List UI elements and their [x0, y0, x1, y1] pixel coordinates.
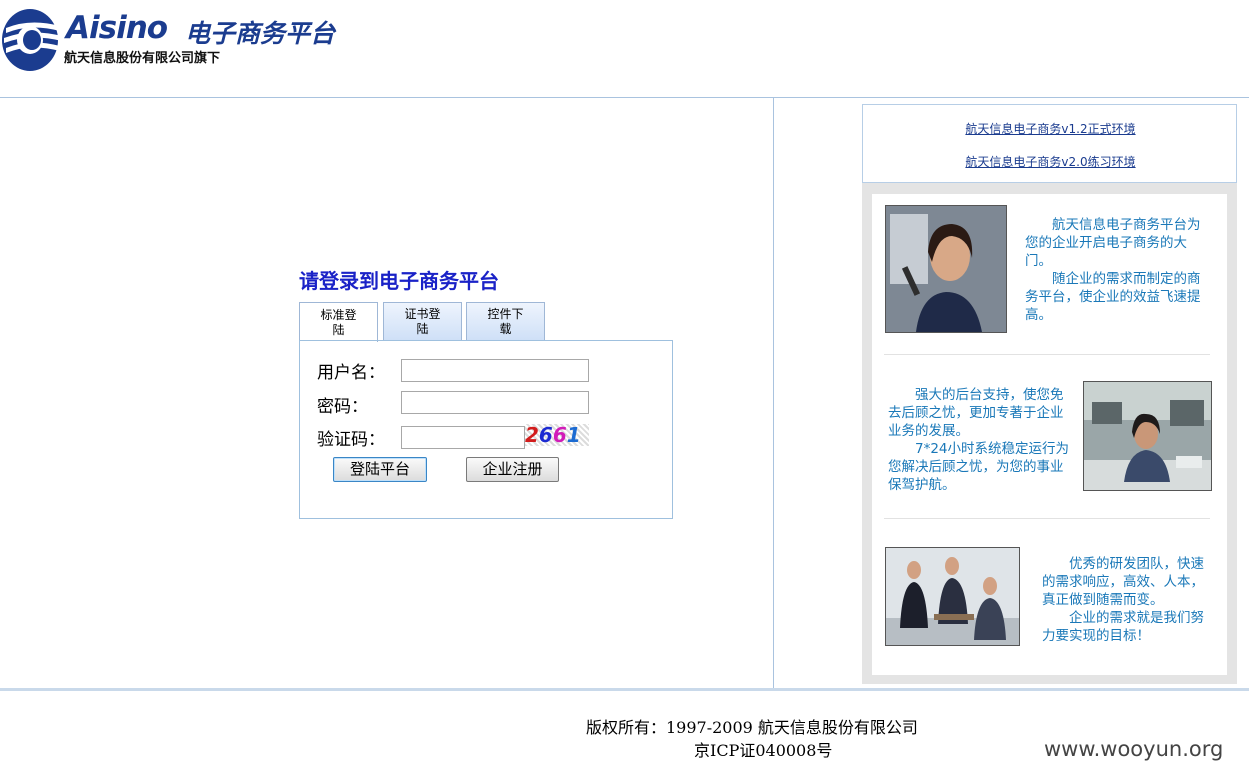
login-title: 请登录到电子商务平台 [299, 269, 499, 293]
link-production-env[interactable]: 航天信息电子商务v1.2正式环境 [863, 120, 1238, 137]
promo-paragraph: 随企业的需求而制定的商务平台，使企业的效益飞速提高。 [1025, 271, 1201, 323]
environment-links-box: 航天信息电子商务v1.2正式环境 航天信息电子商务v2.0练习环境 [862, 104, 1237, 183]
footer-divider [0, 688, 1249, 691]
captcha-digit: 6 [552, 423, 567, 447]
watermark: www.wooyun.org [1044, 737, 1224, 761]
business-meeting-photo [885, 547, 1020, 646]
link-practice-env[interactable]: 航天信息电子商务v2.0练习环境 [863, 153, 1238, 170]
tab-control-download[interactable]: 控件下载 [466, 302, 545, 340]
header-divider [0, 97, 1249, 98]
tab-label: 标准登陆 [320, 307, 357, 337]
captcha-label: 验证码： [317, 430, 385, 450]
captcha-digit: 2 [525, 423, 539, 447]
login-button[interactable]: 登陆平台 [333, 457, 427, 482]
captcha-digit: 1 [566, 423, 581, 447]
username-label: 用户名： [317, 363, 385, 383]
brand-subtitle: 航天信息股份有限公司旗下 [64, 51, 221, 66]
tab-standard-login[interactable]: 标准登陆 [299, 302, 378, 342]
aisino-swoosh-icon [2, 9, 62, 71]
promo-paragraph: 航天信息电子商务平台为您的企业开启电子商务的大门。 [1025, 217, 1201, 269]
promo-paragraph: 7*24小时系统稳定运行为您解决后顾之忧，为您的事业保驾护航。 [888, 441, 1070, 493]
password-input[interactable] [401, 391, 589, 414]
password-label: 密码： [317, 397, 368, 417]
brand-name-cn: 电子商务平台 [185, 19, 336, 48]
tab-label: 证书登陆 [404, 306, 441, 336]
call-center-operator-photo [1083, 381, 1212, 491]
page-header: Aisino 电子商务平台 航天信息股份有限公司旗下 [0, 0, 1249, 97]
username-input[interactable] [401, 359, 589, 382]
captcha-digit: 6 [538, 423, 553, 447]
copyright-text: 版权所有：1997-2009 航天信息股份有限公司 [586, 718, 918, 737]
register-button[interactable]: 企业注册 [466, 457, 559, 482]
promo-paragraph: 企业的需求就是我们努力要实现的目标！ [1042, 610, 1204, 644]
promo-text-3: 优秀的研发团队，快速的需求响应，高效、人本，真正做到随需而变。 企业的需求就是我… [1042, 555, 1212, 645]
tab-certificate-login[interactable]: 证书登陆 [383, 302, 462, 340]
businesswoman-phone-photo [885, 205, 1007, 333]
captcha-input[interactable] [401, 426, 525, 449]
promo-paragraph: 强大的后台支持，使您免去后顾之忧，更加专著于企业业务的发展。 [888, 387, 1064, 439]
icp-license: 京ICP证040008号 [694, 741, 833, 760]
tab-label: 控件下载 [487, 306, 524, 336]
promo-text-1: 航天信息电子商务平台为您的企业开启电子商务的大门。 随企业的需求而制定的商务平台… [1025, 216, 1210, 324]
brand-name: Aisino [66, 10, 168, 46]
column-divider [773, 98, 774, 688]
promo-text-2: 强大的后台支持，使您免去后顾之忧，更加专著于企业业务的发展。 7*24小时系统稳… [888, 386, 1073, 494]
promo-separator [884, 518, 1210, 519]
promo-separator [884, 354, 1210, 355]
captcha-image[interactable]: 2661 [525, 424, 589, 446]
promo-paragraph: 优秀的研发团队，快速的需求响应，高效、人本，真正做到随需而变。 [1042, 556, 1204, 608]
